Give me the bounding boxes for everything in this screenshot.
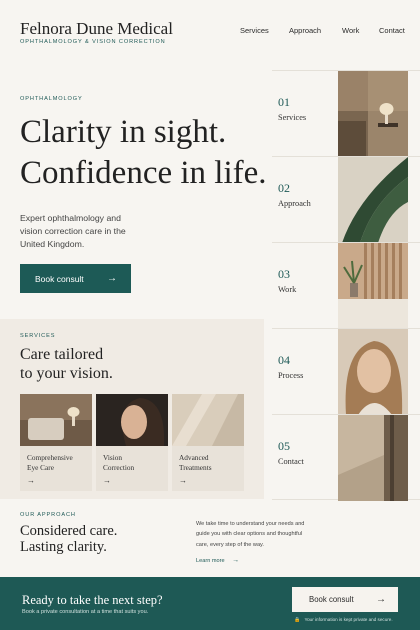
hero-eyebrow: OPHTHALMOLOGY (20, 96, 83, 102)
card-title-line2: Treatments (179, 462, 212, 472)
services-title: Care tailored to your vision. (20, 345, 113, 383)
index-label: Process (278, 371, 304, 380)
card-title: Vision Correction (103, 453, 134, 472)
card-title-line1: Comprehensive (27, 453, 73, 462)
index-item-contact[interactable]: 05 Contact (272, 414, 420, 501)
approach-title-line2: Lasting clarity. (20, 539, 107, 555)
chair-image (20, 394, 92, 446)
arrow-right-icon: → (232, 557, 240, 564)
nav-approach[interactable]: Approach (289, 26, 321, 35)
arrow-right-icon: → (27, 476, 35, 485)
index-number: 02 (278, 181, 290, 195)
index-number: 05 (278, 439, 290, 453)
reception-image (338, 243, 408, 329)
approach-title: Considered care. Lasting clarity. (20, 523, 117, 555)
index-item-work[interactable]: 03 Work (272, 242, 420, 329)
card-title: Comprehensive Eye Care (27, 453, 73, 472)
card-title: Advanced Treatments (179, 453, 212, 472)
index-item-process[interactable]: 04 Process (272, 328, 420, 415)
hero-subtitle: Expert ophthalmology and vision correcti… (20, 213, 126, 249)
service-card-vision-correction[interactable]: Vision Correction → (96, 394, 168, 491)
service-card-advanced-treatments[interactable]: Advanced Treatments → (172, 394, 244, 491)
learn-more-label: Learn more (196, 558, 225, 564)
index-label: Services (278, 113, 307, 122)
arrow-right-icon: → (107, 272, 117, 284)
lock-icon: 🔒 (294, 617, 301, 623)
nav-services[interactable]: Services (240, 26, 269, 35)
profile-portrait-image (96, 394, 168, 446)
approach-text: We take time to understand your needs an… (196, 521, 305, 548)
light-shadow-image (172, 394, 244, 446)
cta-title: Ready to take the next step? (22, 593, 163, 607)
index-label: Contact (278, 457, 304, 466)
cta-band: Ready to take the next step? Book a priv… (0, 577, 420, 630)
index-item-services[interactable]: 01 Services (272, 70, 420, 157)
book-consult-button[interactable]: Book consult → (20, 264, 131, 293)
hero-title-line1: Clarity in sight. (20, 114, 227, 150)
hero-title-line2: Confidence in life. (20, 155, 267, 191)
arrow-right-icon: → (376, 593, 386, 605)
arrow-right-icon: → (103, 476, 111, 485)
nav-contact[interactable]: Contact (379, 26, 405, 35)
services-section: SERVICES Care tailored to your vision. C… (0, 319, 264, 499)
learn-more-link[interactable]: Learn more → (196, 557, 239, 564)
card-title-line2: Correction (103, 462, 135, 472)
approach-title-line1: Considered care. (20, 523, 118, 539)
index-label: Approach (278, 199, 311, 208)
services-title-line2: to your vision. (20, 365, 113, 382)
approach-eyebrow: OUR APPROACH (20, 512, 76, 518)
index-label: Work (278, 285, 297, 294)
services-title-line1: Care tailored (20, 346, 104, 363)
brand-name[interactable]: Felnora Dune Medical (20, 19, 173, 39)
secure-note: 🔒 Your information is kept private and s… (294, 617, 393, 623)
service-card-eye-care[interactable]: Comprehensive Eye Care → (20, 394, 92, 491)
cta-button-label: Book consult (309, 595, 354, 604)
index-item-approach[interactable]: 02 Approach (272, 156, 420, 243)
card-title-line1: Advanced (179, 453, 209, 462)
leaf-image (338, 157, 408, 243)
index-number: 04 (278, 353, 290, 367)
book-consult-label: Book consult (35, 273, 84, 284)
arrow-right-icon: → (179, 476, 187, 485)
cta-subtitle: Book a private consultation at a time th… (22, 609, 149, 615)
index-number: 03 (278, 267, 290, 281)
portrait-image (338, 329, 408, 415)
brand-tagline: OPHTHALMOLOGY & VISION CORRECTION (20, 39, 166, 45)
hero-title: Clarity in sight. Confidence in life. (20, 112, 267, 194)
nav-work[interactable]: Work (342, 26, 359, 35)
index-number: 01 (278, 95, 290, 109)
doorway-image (338, 415, 408, 501)
clinic-lamp-image (338, 71, 408, 157)
site-header: Felnora Dune Medical OPHTHALMOLOGY & VIS… (0, 0, 420, 60)
services-eyebrow: SERVICES (20, 333, 56, 339)
secure-note-text: Your information is kept private and sec… (304, 617, 393, 622)
cta-book-consult-button[interactable]: Book consult → (292, 587, 398, 612)
card-title-line2: Eye Care (27, 462, 54, 472)
card-title-line1: Vision (103, 453, 123, 462)
